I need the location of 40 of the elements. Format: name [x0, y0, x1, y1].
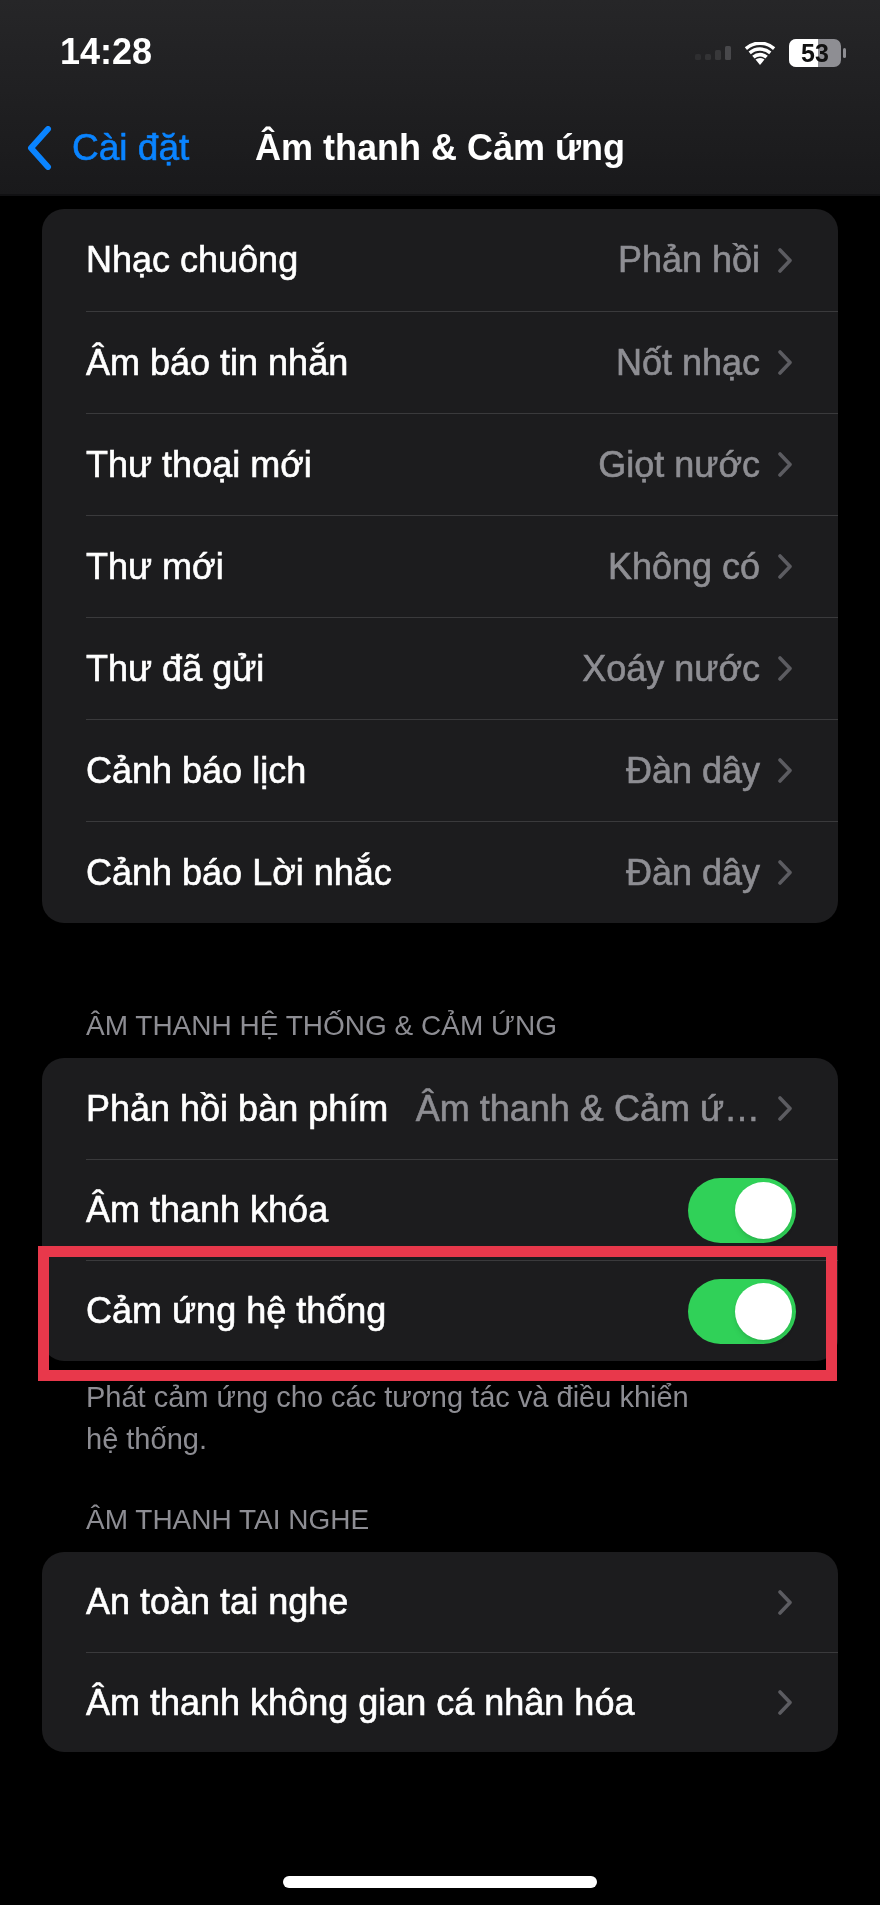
setting-value: Âm thanh & Cảm ứ…: [415, 1086, 760, 1131]
setting-label[interactable]: Nhạc chuông: [86, 238, 299, 282]
setting-value: Phản hồi: [617, 238, 760, 282]
setting-value: Không có: [607, 544, 760, 589]
section-footer: Phát cảm ứng cho các tương tác và điều khiển hệ thống.: [42, 1376, 728, 1460]
back-chevron-icon: [26, 126, 52, 170]
setting-label[interactable]: Cảnh báo Lời nhắc: [86, 850, 392, 895]
battery-indicator: 53: [789, 39, 846, 67]
setting-label[interactable]: An toàn tai nghe: [86, 1580, 349, 1624]
chevron-right-icon: [778, 350, 792, 375]
setting-label[interactable]: Thư mới: [86, 544, 224, 589]
setting-label: Cảm ứng hệ thống: [86, 1289, 387, 1333]
wifi-icon: [744, 41, 776, 65]
setting-value: Giọt nước: [598, 442, 760, 487]
setting-label[interactable]: Âm thanh không gian cá nhân hóa: [86, 1680, 635, 1725]
chevron-right-icon: [778, 656, 792, 681]
setting-value: Nốt nhạc: [615, 340, 760, 385]
signal-icon: [695, 46, 731, 60]
section-header: ÂM THANH TAI NGHE: [85, 1503, 371, 1537]
chevron-right-icon: [778, 1589, 792, 1615]
page-title: Âm thanh & Cảm ứng: [254, 126, 626, 170]
chevron-right-icon: [778, 247, 792, 273]
setting-label[interactable]: Âm báo tin nhắn: [86, 340, 349, 385]
setting-label: Âm thanh khóa: [86, 1188, 329, 1232]
status-time: 14:28: [60, 34, 153, 70]
setting-label[interactable]: Thư đã gửi: [86, 646, 265, 691]
section-header: ÂM THANH HỆ THỐNG & CẢM ỨNG: [85, 1009, 558, 1043]
chevron-right-icon: [778, 554, 792, 579]
chevron-right-icon: [778, 452, 792, 477]
setting-label[interactable]: Thư thoại mới: [86, 442, 312, 487]
back-button[interactable]: Cài đặt: [26, 126, 190, 170]
chevron-right-icon: [778, 1690, 792, 1715]
chevron-right-icon: [778, 758, 792, 783]
setting-value: Xoáy nước: [582, 646, 760, 691]
setting-label[interactable]: Phản hồi bàn phím: [86, 1086, 389, 1131]
setting-label[interactable]: Cảnh báo lịch: [86, 748, 307, 793]
setting-value: Đàn dây: [625, 748, 760, 793]
chevron-right-icon: [778, 1096, 792, 1121]
setting-value: Đàn dây: [625, 850, 760, 895]
chevron-right-icon: [778, 860, 792, 885]
